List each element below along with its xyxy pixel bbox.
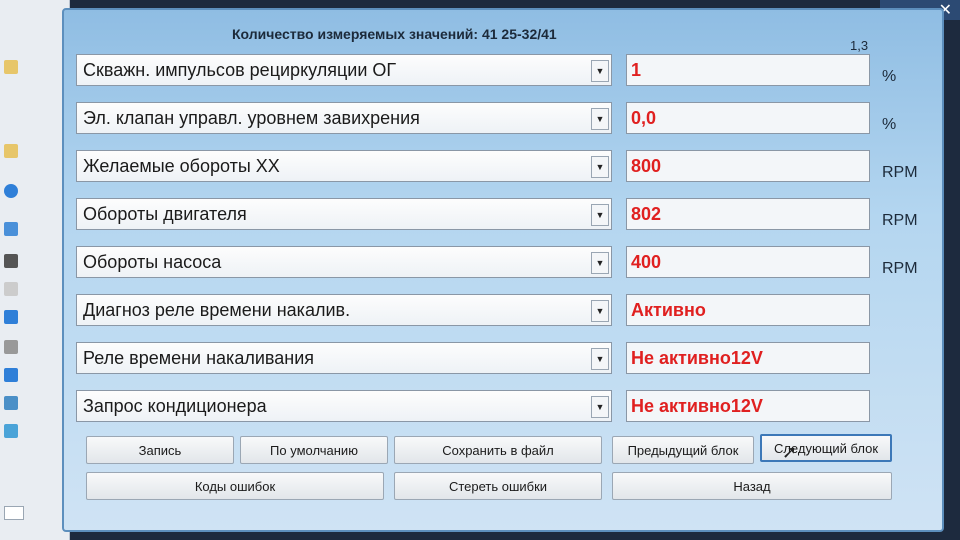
parameter-value: 800 <box>626 150 870 182</box>
error-codes-button[interactable]: Коды ошибок <box>86 472 384 500</box>
record-button[interactable]: Запись <box>86 436 234 464</box>
parameter-select[interactable]: Обороты насоса ▼ <box>76 246 612 278</box>
parameter-select[interactable]: Реле времени накаливания ▼ <box>76 342 612 374</box>
cloud-icon <box>4 184 18 198</box>
parameter-value: 400 <box>626 246 870 278</box>
measure-row: Обороты насоса ▼ 400 RPM <box>76 246 918 280</box>
bg-field <box>4 506 24 520</box>
clear-errors-button[interactable]: Стереть ошибки <box>394 472 602 500</box>
measure-row: Эл. клапан управл. уровнем завихрения ▼ … <box>76 102 896 136</box>
mouse-cursor-icon: ➚ <box>782 442 798 462</box>
parameter-label: Скважн. импульсов рециркуляции ОГ <box>83 59 397 80</box>
chevron-down-icon[interactable]: ▼ <box>591 300 609 322</box>
bg-item <box>4 306 18 328</box>
music-icon <box>4 368 18 382</box>
parameter-select[interactable]: Запрос кондиционера ▼ <box>76 390 612 422</box>
parameter-value: Не активно12V <box>626 390 870 422</box>
bg-pc-item <box>4 218 18 240</box>
parameter-unit: % <box>882 68 897 85</box>
parameter-select[interactable]: Желаемые обороты ХХ ▼ <box>76 150 612 182</box>
bg-folder-item <box>4 140 18 162</box>
measure-row: Скважн. импульсов рециркуляции ОГ ▼ 1 % <box>76 54 896 88</box>
desktop-icon <box>4 340 18 354</box>
parameter-unit: RPM <box>882 164 918 181</box>
folder-icon <box>4 144 18 158</box>
parameter-label: Запрос кондиционера <box>83 395 267 416</box>
measure-row: Обороты двигателя ▼ 802 RPM <box>76 198 918 232</box>
parameter-label: Обороты насоса <box>83 251 222 272</box>
bg-item <box>4 336 18 358</box>
bg-item <box>4 364 18 386</box>
parameter-unit: RPM <box>882 260 918 277</box>
parameter-value: 1 <box>626 54 870 86</box>
parameter-label: Желаемые обороты ХХ <box>83 155 280 176</box>
bg-item <box>4 420 18 442</box>
parameter-select[interactable]: Обороты двигателя ▼ <box>76 198 612 230</box>
chevron-down-icon[interactable]: ▼ <box>591 204 609 226</box>
parameter-label: Эл. клапан управл. уровнем завихрения <box>83 107 420 128</box>
corner-value: 1,3 <box>850 38 869 53</box>
parameter-unit: RPM <box>882 212 918 229</box>
chevron-down-icon[interactable]: ▼ <box>591 252 609 274</box>
bg-cloud-item <box>4 180 18 202</box>
chevron-down-icon[interactable]: ▼ <box>591 396 609 418</box>
parameter-label: Диагноз реле времени накалив. <box>83 299 351 320</box>
chevron-down-icon[interactable]: ▼ <box>591 156 609 178</box>
parameter-value: 0,0 <box>626 102 870 134</box>
prev-block-button[interactable]: Предыдущий блок <box>612 436 754 464</box>
chevron-down-icon[interactable]: ▼ <box>591 348 609 370</box>
bg-item <box>4 392 18 414</box>
background-sidebar <box>0 0 70 540</box>
document-icon <box>4 282 18 296</box>
parameter-unit: % <box>882 116 897 133</box>
computer-icon <box>4 222 18 236</box>
save-file-button[interactable]: Сохранить в файл <box>394 436 602 464</box>
measure-row: Желаемые обороты ХХ ▼ 800 RPM <box>76 150 918 184</box>
measure-row: Реле времени накаливания ▼ Не активно12V <box>76 342 876 376</box>
bg-item <box>4 250 18 272</box>
chevron-down-icon[interactable]: ▼ <box>591 60 609 82</box>
image-icon <box>4 424 18 438</box>
parameter-value: Активно <box>626 294 870 326</box>
back-button[interactable]: Назад <box>612 472 892 500</box>
video-icon <box>4 254 18 268</box>
object-icon <box>4 396 18 410</box>
download-icon <box>4 310 18 324</box>
next-block-button[interactable]: Следующий блок <box>760 434 892 462</box>
measure-row: Запрос кондиционера ▼ Не активно12V <box>76 390 876 424</box>
parameter-select[interactable]: Эл. клапан управл. уровнем завихрения ▼ <box>76 102 612 134</box>
defaults-button[interactable]: По умолчанию <box>240 436 388 464</box>
parameter-value: Не активно12V <box>626 342 870 374</box>
chevron-down-icon[interactable]: ▼ <box>591 108 609 130</box>
bg-folder-item <box>4 56 18 78</box>
parameter-label: Обороты двигателя <box>83 203 247 224</box>
parameter-value: 802 <box>626 198 870 230</box>
folder-icon <box>4 60 18 74</box>
measured-values-dialog: Количество измеряемых значений: 41 25-32… <box>62 8 944 532</box>
parameter-select[interactable]: Диагноз реле времени накалив. ▼ <box>76 294 612 326</box>
page-title: Количество измеряемых значений: 41 25-32… <box>232 26 557 42</box>
parameter-label: Реле времени накаливания <box>83 347 315 368</box>
bg-item <box>4 278 18 300</box>
parameter-select[interactable]: Скважн. импульсов рециркуляции ОГ ▼ <box>76 54 612 86</box>
measure-row: Диагноз реле времени накалив. ▼ Активно <box>76 294 876 328</box>
